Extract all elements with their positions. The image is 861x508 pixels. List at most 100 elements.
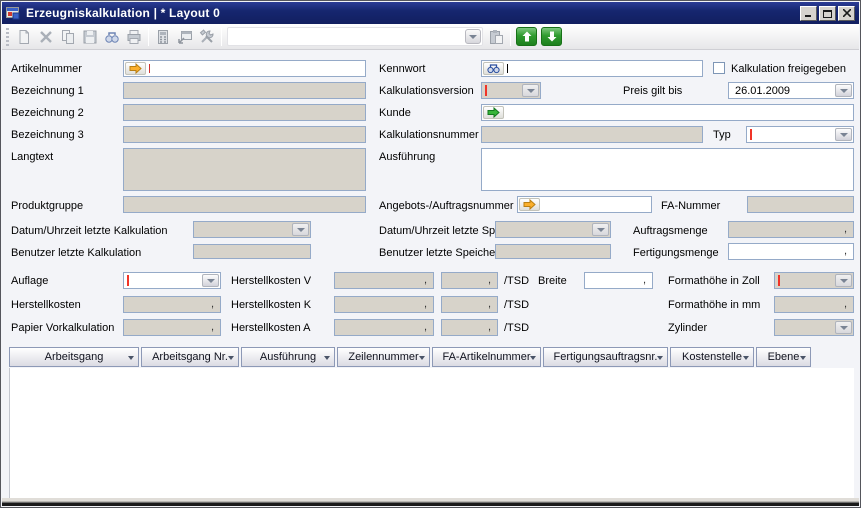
column-dropdown-icon[interactable] xyxy=(743,356,749,360)
report-icon[interactable] xyxy=(152,26,174,47)
title-bar: Erzeugniskalkulation | * Layout 0 xyxy=(2,2,859,24)
column-label: Arbeitsgang xyxy=(45,351,104,363)
auftragsmenge-label: Auftragsmenge xyxy=(633,225,708,237)
column-header-zeilennummer[interactable]: Zeilennummer xyxy=(337,347,430,367)
column-label: Zeilennummer xyxy=(348,351,418,363)
combo-dropdown-icon[interactable] xyxy=(465,29,481,44)
go-arrow-icon[interactable] xyxy=(483,106,504,119)
papier-vorkalkulation-field: , xyxy=(123,319,221,336)
angebots-auftragsnummer-field[interactable] xyxy=(517,196,652,213)
preis-gilt-bis-field[interactable]: 26.01.2009 xyxy=(728,82,854,99)
kennwort-field[interactable] xyxy=(481,60,703,77)
column-header-ebene[interactable]: Ebene xyxy=(756,347,811,367)
column-header-fa-artikelnummer[interactable]: FA-Artikelnummer xyxy=(432,347,541,367)
breite-field[interactable]: , xyxy=(584,272,653,289)
print-icon[interactable] xyxy=(123,26,145,47)
dropdown-icon[interactable] xyxy=(835,274,852,287)
layout-combobox[interactable] xyxy=(227,27,483,46)
auflage-label: Auflage xyxy=(11,275,48,287)
save-icon[interactable] xyxy=(79,26,101,47)
bezeichnung2-label: Bezeichnung 2 xyxy=(11,107,84,119)
move-down-icon[interactable] xyxy=(541,27,562,46)
zylinder-field[interactable] xyxy=(774,319,854,336)
find-icon[interactable] xyxy=(101,26,123,47)
herstellkosten-field: , xyxy=(123,296,221,313)
detach-window-icon[interactable] xyxy=(174,26,196,47)
benutzer-kalkulation-field xyxy=(193,244,311,259)
auflage-field[interactable] xyxy=(123,272,221,289)
fertigungsmenge-label: Fertigungsmenge xyxy=(633,247,719,259)
langtext-label: Langtext xyxy=(11,151,53,163)
preis-gilt-bis-label: Preis gilt bis xyxy=(623,85,682,97)
tools-icon[interactable] xyxy=(196,26,218,47)
minimize-button[interactable] xyxy=(800,6,817,21)
column-dropdown-icon[interactable] xyxy=(800,356,806,360)
application-window: Erzeugniskalkulation | * Layout 0 xyxy=(0,0,861,508)
produktgruppe-field xyxy=(123,196,366,213)
column-dropdown-icon[interactable] xyxy=(228,356,234,360)
column-dropdown-icon[interactable] xyxy=(657,356,663,360)
column-dropdown-icon[interactable] xyxy=(530,356,536,360)
langtext-field xyxy=(123,148,366,191)
angebots-auftragsnummer-label: Angebots-/Auftragsnummer xyxy=(379,200,514,212)
dropdown-icon[interactable] xyxy=(835,321,852,334)
column-header-arbeitsgang-nr[interactable]: Arbeitsgang Nr. xyxy=(141,347,239,367)
bezeichnung3-field xyxy=(123,126,366,143)
papier-vorkalkulation-label: Papier Vorkalkulation xyxy=(11,322,114,334)
toolbar-separator xyxy=(221,28,222,46)
lookup-arrow-icon[interactable] xyxy=(519,198,540,211)
kalkulationsversion-field[interactable] xyxy=(481,82,541,99)
herstellkosten-k-label: Herstellkosten K xyxy=(231,299,311,311)
herstellkosten-k-field1: , xyxy=(334,296,434,313)
close-button[interactable] xyxy=(838,6,855,21)
find-binoculars-icon[interactable] xyxy=(483,62,504,75)
column-header-fertigungsauftragsnr[interactable]: Fertigungsauftragsnr. xyxy=(543,347,668,367)
dropdown-icon[interactable] xyxy=(835,84,852,97)
kalkulation-freigegeben-checkbox[interactable] xyxy=(713,62,725,74)
zylinder-label: Zylinder xyxy=(668,322,707,334)
toolbar-grip[interactable] xyxy=(6,28,9,46)
datum-speicherung-field xyxy=(495,221,611,238)
column-dropdown-icon[interactable] xyxy=(128,356,134,360)
ausfuehrung-field[interactable] xyxy=(481,148,854,191)
typ-field[interactable] xyxy=(746,126,854,143)
dropdown-icon[interactable] xyxy=(292,223,309,236)
datum-kalkulation-field xyxy=(193,221,311,238)
paste-icon[interactable] xyxy=(485,26,507,47)
formathoehe-zoll-field[interactable] xyxy=(774,272,854,289)
fa-nummer-label: FA-Nummer xyxy=(661,200,720,212)
grid-body[interactable] xyxy=(9,368,854,500)
artikelnummer-field[interactable] xyxy=(123,60,366,77)
column-header-kostenstelle[interactable]: Kostenstelle xyxy=(670,347,754,367)
column-label: Ebene xyxy=(768,351,800,363)
grid-header: Arbeitsgang Arbeitsgang Nr. Ausführung Z… xyxy=(9,347,813,367)
text-caret xyxy=(149,64,150,73)
dropdown-icon[interactable] xyxy=(835,128,852,141)
copy-icon[interactable] xyxy=(57,26,79,47)
column-dropdown-icon[interactable] xyxy=(324,356,330,360)
auftragsmenge-field: , xyxy=(728,221,854,238)
window-bottom-frame xyxy=(2,498,859,506)
required-marker xyxy=(485,85,487,96)
herstellkosten-v-label: Herstellkosten V xyxy=(231,275,311,287)
column-dropdown-icon[interactable] xyxy=(419,356,425,360)
new-icon[interactable] xyxy=(13,26,35,47)
formathoehe-zoll-label: Formathöhe in Zoll xyxy=(668,275,760,287)
dropdown-icon[interactable] xyxy=(522,84,539,97)
fertigungsmenge-field[interactable]: , xyxy=(728,243,854,260)
delete-icon[interactable] xyxy=(35,26,57,47)
move-up-icon[interactable] xyxy=(516,27,537,46)
maximize-button[interactable] xyxy=(819,6,836,21)
bezeichnung2-field xyxy=(123,104,366,121)
herstellkosten-a-field1: , xyxy=(334,319,434,336)
kalkulationsversion-label: Kalkulationsversion xyxy=(379,85,474,97)
formathoehe-mm-field: , xyxy=(774,296,854,313)
column-header-ausfuehrung[interactable]: Ausführung xyxy=(241,347,335,367)
column-label: Arbeitsgang Nr. xyxy=(152,351,228,363)
herstellkosten-k-field2: , xyxy=(441,296,498,313)
dropdown-icon[interactable] xyxy=(202,274,219,287)
kunde-field[interactable] xyxy=(481,104,854,121)
column-header-arbeitsgang[interactable]: Arbeitsgang xyxy=(9,347,139,367)
lookup-arrow-icon[interactable] xyxy=(125,62,146,75)
dropdown-icon[interactable] xyxy=(592,223,609,236)
